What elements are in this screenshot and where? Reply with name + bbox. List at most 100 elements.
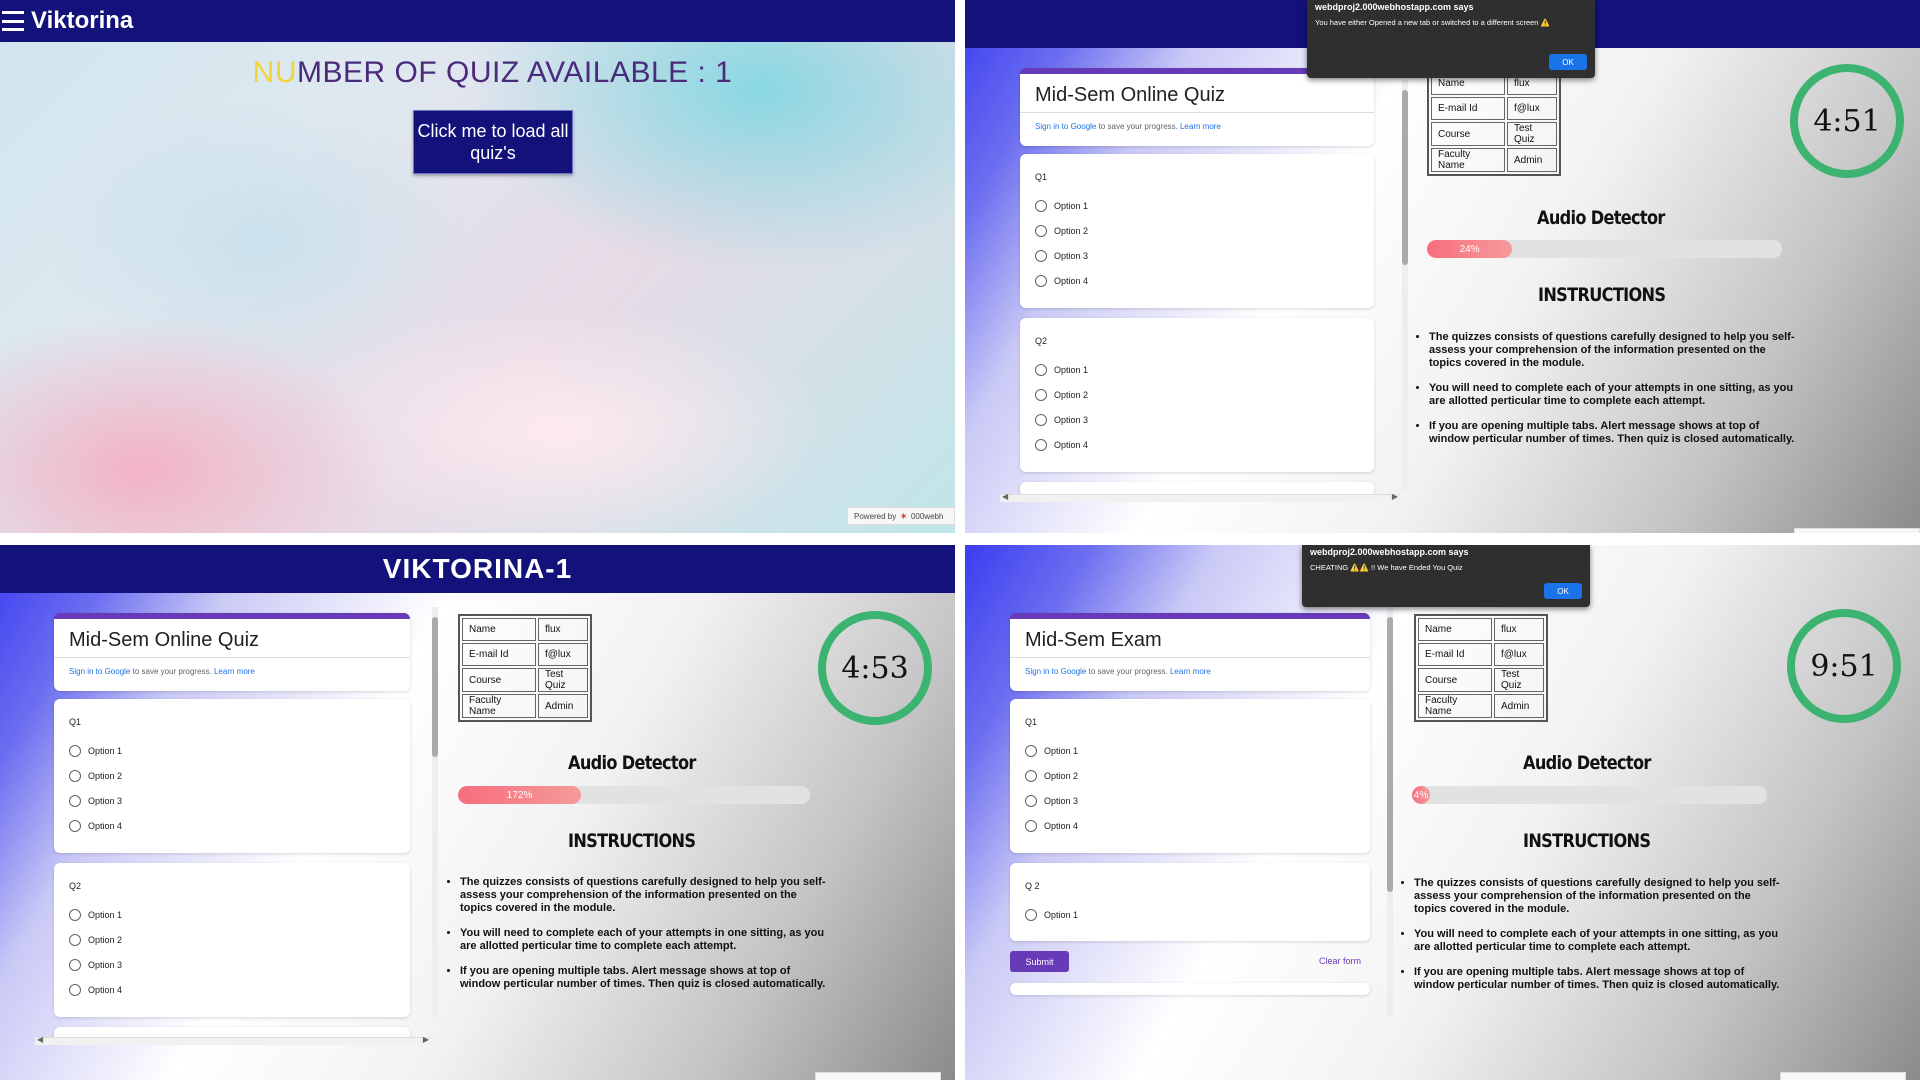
option-row[interactable]: Option 1 xyxy=(69,745,122,757)
google-form-frame[interactable]: Mid-Sem Exam Sign in to Google to save y… xyxy=(1008,613,1373,1045)
powered-by-badge[interactable] xyxy=(1780,1072,1906,1080)
option-row[interactable]: Option 3 xyxy=(1025,795,1078,807)
scroll-thumb[interactable] xyxy=(432,617,438,757)
option-row[interactable]: Option 3 xyxy=(69,795,122,807)
scroll-right-icon[interactable]: ▶ xyxy=(423,1035,429,1044)
list-item: If you are opening multiple tabs. Alert … xyxy=(1414,966,1782,992)
audio-meter: 172% xyxy=(458,786,810,804)
instructions-list: The quizzes consists of questions carefu… xyxy=(448,876,828,1003)
option-row[interactable]: Option 4 xyxy=(1025,820,1078,832)
radio-icon[interactable] xyxy=(1025,820,1037,832)
scroll-left-icon[interactable]: ◀ xyxy=(1002,492,1008,501)
radio-icon[interactable] xyxy=(1035,225,1047,237)
scroll-right-icon[interactable]: ▶ xyxy=(1392,492,1398,501)
option-row[interactable]: Option 4 xyxy=(69,820,122,832)
powered-by-badge[interactable] xyxy=(815,1072,941,1080)
radio-icon[interactable] xyxy=(69,984,81,996)
radio-icon[interactable] xyxy=(69,770,81,782)
learn-more-link[interactable]: Learn more xyxy=(214,667,255,676)
radio-icon[interactable] xyxy=(1035,414,1047,426)
option-label: Option 2 xyxy=(1054,390,1089,400)
option-label: Option 2 xyxy=(88,771,123,781)
learn-more-link[interactable]: Learn more xyxy=(1170,667,1211,676)
option-label: Option 1 xyxy=(88,746,123,756)
option-row[interactable]: Option 1 xyxy=(1035,200,1088,212)
radio-icon[interactable] xyxy=(69,934,81,946)
student-info-table: Name flux E-mail Id f@lux Course Test Quiz … xyxy=(458,614,592,722)
option-row[interactable]: Option 1 xyxy=(1035,364,1088,376)
option-row[interactable]: Option 3 xyxy=(69,959,122,971)
dialog-ok-button[interactable]: OK xyxy=(1544,583,1582,599)
dialog-site: webdproj2.000webhostapp.com says xyxy=(1310,547,1469,557)
option-label: Option 1 xyxy=(1044,746,1079,756)
radio-icon[interactable] xyxy=(1025,770,1037,782)
option-row[interactable]: Option 2 xyxy=(1025,770,1078,782)
audio-detector-heading: Audio Detector xyxy=(568,752,696,774)
radio-icon[interactable] xyxy=(1035,389,1047,401)
load-quizzes-button[interactable]: Click me to load all quiz's xyxy=(413,110,573,174)
list-item: If you are opening multiple tabs. Alert … xyxy=(460,965,828,991)
google-form-frame[interactable]: Mid-Sem Online Quiz Sign in to Google to… xyxy=(1015,68,1380,500)
option-row[interactable]: Option 2 xyxy=(1035,389,1088,401)
submit-button[interactable]: Submit xyxy=(1010,951,1069,972)
instructions-list: The quizzes consists of questions carefu… xyxy=(1402,877,1782,1004)
vertical-scrollbar[interactable] xyxy=(1387,607,1393,1017)
quiz-panel: VIKTORINA-1 Mid-Sem Online Quiz Sign in … xyxy=(0,545,955,1080)
radio-icon[interactable] xyxy=(69,909,81,921)
option-row[interactable]: Option 4 xyxy=(1035,275,1088,287)
horizontal-scrollbar[interactable]: ◀ ▶ xyxy=(35,1035,431,1045)
list-item: If you are opening multiple tabs. Alert … xyxy=(1429,420,1797,446)
radio-icon[interactable] xyxy=(69,745,81,757)
instructions-heading: INSTRUCTIONS xyxy=(1523,830,1651,852)
option-label: Option 2 xyxy=(1054,226,1089,236)
radio-icon[interactable] xyxy=(69,820,81,832)
info-value: Test Quiz xyxy=(1494,668,1544,692)
powered-by-badge[interactable]: Powered by ✶ 000webh xyxy=(847,507,955,525)
radio-icon[interactable] xyxy=(1025,745,1037,757)
scroll-thumb[interactable] xyxy=(1387,617,1393,892)
info-value: f@lux xyxy=(538,643,588,666)
menu-icon[interactable] xyxy=(2,11,24,31)
audio-meter: 4% xyxy=(1412,786,1767,804)
sign-in-link[interactable]: Sign in to Google xyxy=(69,667,130,676)
option-row[interactable]: Option 3 xyxy=(1035,414,1088,426)
instructions-heading: INSTRUCTIONS xyxy=(568,830,696,852)
radio-icon[interactable] xyxy=(1025,795,1037,807)
radio-icon[interactable] xyxy=(1035,200,1047,212)
radio-icon[interactable] xyxy=(1035,250,1047,262)
option-row[interactable]: Option 4 xyxy=(69,984,122,996)
table-row: E-mail Id f@lux xyxy=(1418,643,1544,666)
info-key: Course xyxy=(1418,668,1492,692)
dialog-message: You have either Opened a new tab or swit… xyxy=(1315,18,1550,27)
option-row[interactable]: Option 1 xyxy=(69,909,122,921)
sign-in-link[interactable]: Sign in to Google xyxy=(1025,667,1086,676)
radio-icon[interactable] xyxy=(1035,364,1047,376)
vertical-scrollbar[interactable] xyxy=(432,607,438,1017)
quiz-panel-cheating-alert: Mid-Sem Exam Sign in to Google to save y… xyxy=(965,545,1920,1080)
powered-by-badge[interactable] xyxy=(1794,528,1920,533)
radio-icon[interactable] xyxy=(1035,275,1047,287)
google-form-frame[interactable]: Mid-Sem Online Quiz Sign in to Google to… xyxy=(50,613,415,1045)
option-row[interactable]: Option 2 xyxy=(69,770,122,782)
horizontal-scrollbar[interactable]: ◀ ▶ xyxy=(1000,492,1400,502)
scroll-thumb[interactable] xyxy=(1402,90,1408,265)
sign-in-link[interactable]: Sign in to Google xyxy=(1035,122,1096,131)
vertical-scrollbar[interactable] xyxy=(1402,80,1408,492)
option-row[interactable]: Option 3 xyxy=(1035,250,1088,262)
table-row: Name flux xyxy=(1418,618,1544,641)
option-row[interactable]: Option 1 xyxy=(1025,909,1078,921)
radio-icon[interactable] xyxy=(69,959,81,971)
clear-form-link[interactable]: Clear form xyxy=(1319,956,1361,966)
info-value: f@lux xyxy=(1507,97,1557,120)
radio-icon[interactable] xyxy=(1035,439,1047,451)
radio-icon[interactable] xyxy=(1025,909,1037,921)
dialog-ok-button[interactable]: OK xyxy=(1549,54,1587,70)
learn-more-link[interactable]: Learn more xyxy=(1180,122,1221,131)
option-row[interactable]: Option 2 xyxy=(1035,225,1088,237)
option-row[interactable]: Option 1 xyxy=(1025,745,1078,757)
option-row[interactable]: Option 4 xyxy=(1035,439,1088,451)
radio-icon[interactable] xyxy=(69,795,81,807)
scroll-left-icon[interactable]: ◀ xyxy=(37,1035,43,1044)
option-row[interactable]: Option 2 xyxy=(69,934,122,946)
info-key: Faculty Name xyxy=(462,694,536,718)
